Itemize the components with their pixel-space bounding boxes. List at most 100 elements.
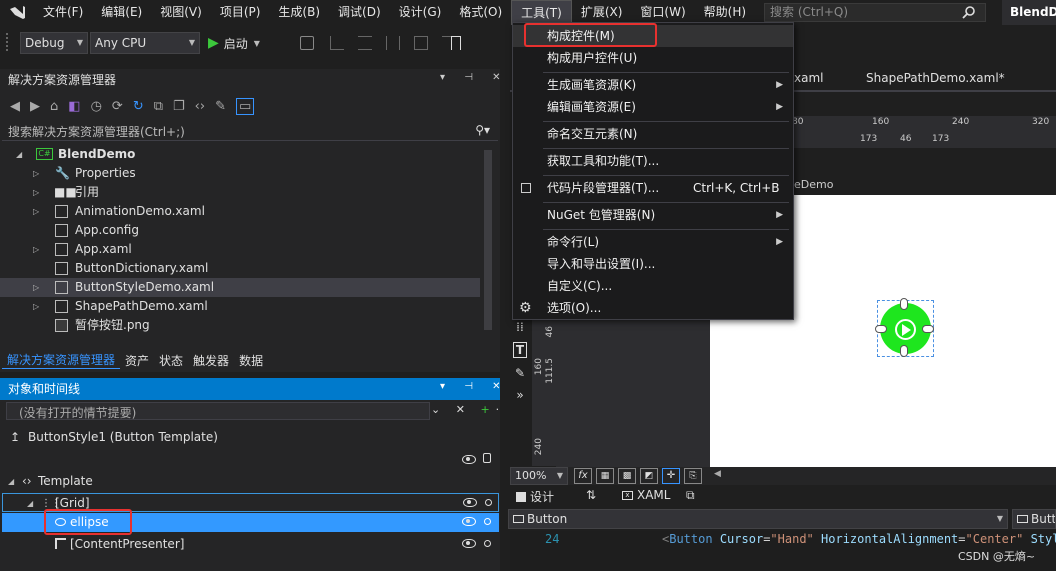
menu-item-options[interactable]: ⚙ 选项(O)... — [513, 297, 793, 319]
tab-states[interactable]: 状态 — [154, 352, 188, 369]
bookmark-icon[interactable] — [451, 36, 461, 50]
sync-icon[interactable]: ↻ — [133, 99, 144, 114]
menu-format[interactable]: 格式(O) — [450, 0, 511, 25]
panel-controls[interactable]: ▾ ⊣ ✕ — [440, 72, 508, 83]
element-combo[interactable]: Button ▼ — [508, 509, 1008, 529]
tree-project-blenddemo[interactable]: ◢ C# BlendDemo — [0, 145, 480, 164]
menu-project[interactable]: 项目(P) — [211, 0, 270, 25]
storyboard-combo[interactable]: (没有打开的情节提要) — [6, 402, 430, 420]
canvas-toggle-icons[interactable]: fx ▦ ▩ ◩ ✛ ⎘ — [574, 468, 702, 484]
preview-icon[interactable]: ⎘ — [684, 468, 702, 484]
tab-solution-explorer[interactable]: 解决方案资源管理器 — [2, 351, 121, 369]
fx-icon[interactable]: fx — [574, 468, 592, 484]
solution-scrollbar[interactable] — [484, 150, 492, 330]
resize-handle-top[interactable] — [900, 298, 908, 310]
menu-item-command-line[interactable]: 命令行(L) ▶ — [513, 231, 793, 253]
menu-item-get-tools[interactable]: 获取工具和功能(T)... — [513, 150, 793, 172]
home-icon[interactable]: ⌂ — [50, 99, 58, 114]
eye-icon[interactable] — [462, 455, 476, 464]
menu-item-import-export[interactable]: 导入和导出设置(I)... — [513, 253, 793, 275]
zoom-combo[interactable]: 100% ▼ — [510, 467, 568, 485]
lock-icon[interactable] — [483, 453, 491, 463]
grid-tool-icon[interactable]: ⁞⁞ — [516, 320, 524, 334]
eye-icon[interactable] — [462, 517, 476, 526]
menu-view[interactable]: 视图(V) — [151, 0, 211, 25]
forward-icon[interactable]: ▶ — [30, 99, 40, 114]
menu-item-name-interactive[interactable]: 命名交互元素(N) — [513, 123, 793, 145]
collapsed-icon[interactable]: ▷ — [33, 164, 39, 183]
storyboard-actions[interactable]: ⌄ ✕ +· — [431, 403, 505, 416]
collapsed-icon[interactable]: ▷ — [33, 297, 39, 316]
template-node[interactable]: ◢ ‹› Template — [0, 472, 480, 491]
toolbar-align-icons[interactable] — [330, 36, 490, 50]
resize-handle-left[interactable] — [875, 325, 887, 333]
circle-icon[interactable] — [484, 518, 491, 525]
platform-combo[interactable]: Any CPU ▼ — [90, 32, 200, 54]
tab-data[interactable]: 数据 — [234, 352, 268, 369]
tree-item-animationdemo[interactable]: ▷ AnimationDemo.xaml — [0, 202, 480, 221]
expanded-icon[interactable]: ◢ — [27, 494, 33, 513]
transparency-icon[interactable]: ◩ — [640, 468, 658, 484]
menu-design[interactable]: 设计(G) — [390, 0, 451, 25]
collapsed-icon[interactable]: ▷ — [33, 183, 39, 202]
scope-up-icon[interactable]: ↥ — [10, 428, 20, 447]
circle-icon[interactable] — [484, 540, 491, 547]
menu-item-generate-brush[interactable]: 生成画笔资源(K) ▶ — [513, 74, 793, 96]
tab-triggers[interactable]: 触发器 — [188, 352, 234, 369]
history-icon[interactable]: ◷ — [91, 99, 102, 114]
tree-item-buttondictionary[interactable]: ButtonDictionary.xaml — [0, 259, 480, 278]
hscroll-left-icon[interactable]: ◀ — [714, 469, 721, 479]
tree-item-references[interactable]: ▷ ■■ 引用 — [0, 183, 480, 202]
menu-item-customize[interactable]: 自定义(C)... — [513, 275, 793, 297]
configuration-combo[interactable]: Debug ▼ — [20, 32, 88, 54]
menu-item-nuget[interactable]: NuGet 包管理器(N) ▶ — [513, 204, 793, 226]
resize-handle-right[interactable] — [922, 325, 934, 333]
circle-icon[interactable] — [485, 499, 492, 506]
member-combo[interactable]: Butt — [1012, 509, 1056, 529]
wrench-icon[interactable]: ✎ — [215, 99, 226, 114]
collapsed-icon[interactable]: ▷ — [33, 278, 39, 297]
contentpresenter-node[interactable]: [ContentPresenter] — [2, 535, 499, 554]
eye-icon[interactable] — [462, 539, 476, 548]
collapsed-icon[interactable]: ▷ — [33, 240, 39, 259]
search-icon[interactable]: ⚲▾ — [475, 123, 490, 137]
eye-icon[interactable] — [463, 498, 477, 507]
menu-item-edit-brush[interactable]: 编辑画笔资源(E) ▶ — [513, 96, 793, 118]
text-tool-icon[interactable]: T — [512, 342, 528, 358]
collapsed-icon[interactable]: ▷ — [33, 202, 39, 221]
tree-item-shapepathdemo[interactable]: ▷ ShapePathDemo.xaml — [0, 297, 480, 316]
menu-item-snippet-manager[interactable]: 代码片段管理器(T)... Ctrl+K, Ctrl+B — [513, 177, 793, 199]
expanded-icon[interactable]: ◢ — [16, 145, 22, 164]
tree-item-pause-png[interactable]: 暂停按钮.png — [0, 316, 480, 335]
collapse-icon[interactable]: ⧉ — [154, 99, 163, 114]
tree-item-properties[interactable]: ▷ 🔧 Properties — [0, 164, 480, 183]
solution-search-box[interactable]: 搜索解决方案资源管理器(Ctrl+;) ⚲▾ — [2, 121, 498, 141]
menu-file[interactable]: 文件(F) — [34, 0, 92, 25]
popout-icon[interactable]: ⧉ — [686, 488, 695, 503]
tree-item-buttonstyledemo[interactable]: ▷ ButtonStyleDemo.xaml — [0, 278, 480, 297]
snap-grid-icon[interactable]: ▩ — [618, 468, 636, 484]
panel-controls[interactable]: ▾ ⊣ ✕ — [440, 381, 508, 392]
expanded-icon[interactable]: ◢ — [8, 472, 14, 491]
grid-toggle-icon[interactable]: ▦ — [596, 468, 614, 484]
editor-tab-shapepathdemo[interactable]: ShapePathDemo.xaml* — [866, 71, 1005, 85]
scope-item[interactable]: ↥ ButtonStyle1 (Button Template) — [0, 428, 480, 447]
back-icon[interactable]: ◀ — [10, 99, 20, 114]
swap-panes-icon[interactable]: ⇅ — [586, 488, 596, 502]
tab-assets[interactable]: 资产 — [120, 352, 154, 369]
expand-tools-icon[interactable]: » — [516, 388, 523, 402]
tree-item-appxaml[interactable]: ▷ App.xaml — [0, 240, 480, 259]
menu-item-compose-user-control[interactable]: 构成用户控件(U) — [513, 47, 793, 69]
preview-icon[interactable]: ▭ — [235, 97, 255, 115]
search-icon[interactable] — [962, 5, 976, 22]
layout-icon[interactable] — [300, 36, 314, 50]
tab-xaml[interactable]: x XAML — [622, 488, 670, 502]
menu-edit[interactable]: 编辑(E) — [92, 0, 151, 25]
editor-tab-xaml[interactable]: xaml — [794, 71, 823, 85]
tree-item-appconfig[interactable]: App.config — [0, 221, 480, 240]
tab-design[interactable]: 设计 — [516, 488, 554, 505]
refresh-icon[interactable]: ⟳ — [112, 99, 123, 114]
copy-icon[interactable]: ❐ — [173, 99, 185, 114]
menu-build[interactable]: 生成(B) — [269, 0, 329, 25]
start-button[interactable]: ▶ 启动 ▼ — [208, 33, 260, 53]
